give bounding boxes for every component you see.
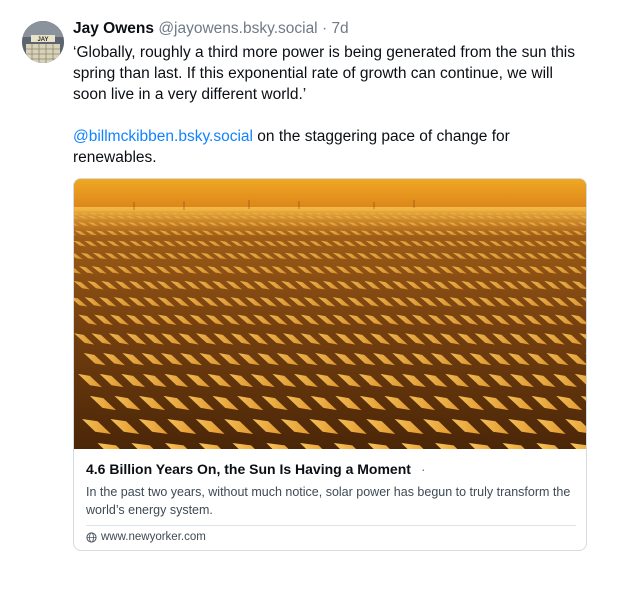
link-card-title[interactable]: 4.6 Billion Years On, the Sun Is Having …	[86, 459, 574, 479]
post-timestamp[interactable]: 7d	[331, 20, 348, 37]
post-comment: @billmckibben.bsky.social on the stagger…	[73, 126, 587, 168]
link-card-domain[interactable]: www.newyorker.com	[86, 531, 574, 543]
author-handle[interactable]: @jayowens.bsky.social	[158, 20, 317, 37]
link-card[interactable]: 4.6 Billion Years On, the Sun Is Having …	[73, 178, 587, 551]
link-card-divider	[86, 525, 576, 526]
avatar[interactable]: JAY	[22, 21, 64, 63]
avatar-image: JAY	[22, 21, 64, 63]
author-name[interactable]: Jay Owens	[73, 20, 154, 37]
link-card-title-text: 4.6 Billion Years On, the Sun Is Having …	[86, 461, 411, 477]
post-quote: ‘Globally, roughly a third more power is…	[73, 44, 576, 103]
avatar-text: JAY	[37, 37, 48, 43]
link-card-body: 4.6 Billion Years On, the Sun Is Having …	[74, 449, 586, 543]
link-card-description: In the past two years, without much noti…	[86, 485, 571, 517]
title-separator: ·	[420, 461, 426, 477]
post-header: Jay Owens @jayowens.bsky.social · 7d	[73, 18, 587, 40]
globe-icon	[86, 531, 97, 543]
header-separator: ·	[321, 20, 328, 37]
post[interactable]: JAY Jay Owens @jayowens.bsky.social · 7d…	[0, 0, 620, 600]
post-content: Jay Owens @jayowens.bsky.social · 7d ‘Gl…	[73, 18, 587, 551]
post-text: ‘Globally, roughly a third more power is…	[73, 42, 587, 168]
link-card-image	[74, 179, 586, 449]
link-card-domain-text: www.newyorker.com	[101, 531, 206, 543]
mention-link[interactable]: @billmckibben.bsky.social	[73, 128, 253, 145]
